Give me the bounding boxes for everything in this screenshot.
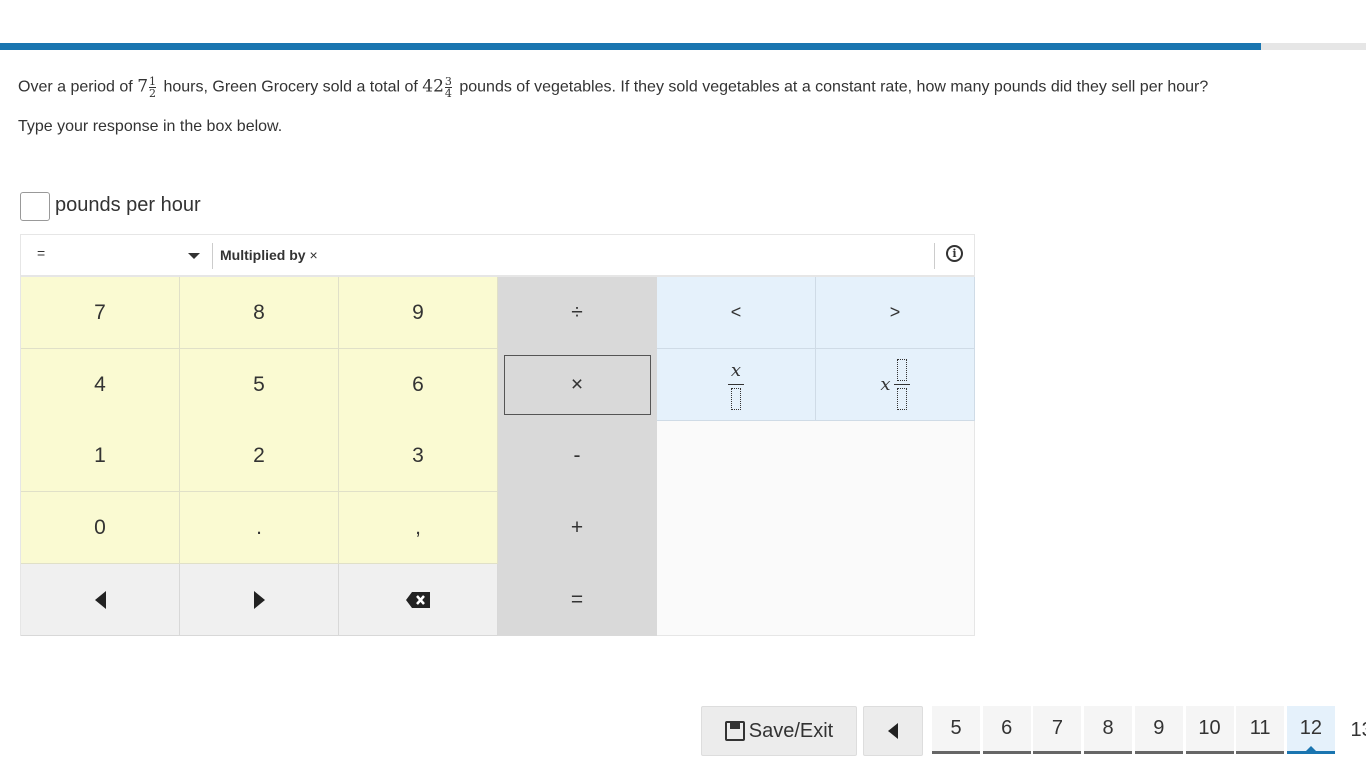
fraction: 12 [149, 76, 157, 100]
save-icon [724, 721, 745, 741]
page-button-5[interactable]: 5 [932, 706, 980, 754]
mixed-whole: 42 [422, 76, 444, 97]
denominator: 4 [444, 87, 452, 100]
answer-input[interactable] [20, 192, 50, 221]
question-text: Over a period of 712 hours, Green Grocer… [18, 76, 1208, 99]
divider [212, 243, 213, 269]
key-2[interactable]: 2 [180, 420, 339, 492]
key-7[interactable]: 7 [21, 277, 180, 349]
fraction: 34 [444, 76, 452, 100]
label-symbol: × [309, 247, 318, 263]
page-button-13[interactable]: 13 [1338, 706, 1366, 754]
progress-bar [0, 43, 1366, 50]
page-button-12[interactable]: 12 [1286, 706, 1335, 754]
save-exit-button[interactable]: Save/Exit [701, 706, 857, 756]
placeholder-box [896, 359, 907, 381]
page-button-9[interactable]: 9 [1134, 706, 1183, 754]
answer-unit: pounds per hour [55, 194, 201, 216]
progress-fill [0, 43, 1261, 50]
key-3[interactable]: 3 [339, 420, 498, 492]
arrow-right-icon [253, 590, 265, 609]
key-fraction[interactable]: x [657, 349, 816, 421]
placeholder-box [731, 387, 741, 410]
question-part: pounds of vegetables. If they sold veget… [459, 78, 1209, 96]
symbol-dropdown[interactable]: = [37, 245, 45, 261]
key-4[interactable]: 4 [21, 349, 180, 421]
key-comma[interactable]: , [339, 492, 498, 564]
key-plus[interactable]: + [498, 492, 657, 564]
key-backspace[interactable] [339, 564, 498, 636]
page-button-8[interactable]: 8 [1084, 706, 1133, 754]
question-part: Over a period of [18, 78, 133, 96]
save-label: Save/Exit [748, 719, 834, 742]
page-button-11[interactable]: 11 [1236, 706, 1285, 754]
denominator: 2 [149, 87, 157, 100]
key-cursor-right[interactable] [180, 564, 339, 636]
key-8[interactable]: 8 [180, 277, 339, 349]
previous-button[interactable] [863, 706, 923, 756]
key-0[interactable]: 0 [21, 492, 180, 564]
key-minus[interactable]: - [498, 420, 657, 492]
divider [934, 243, 935, 269]
key-cursor-left[interactable] [21, 564, 180, 636]
key-5[interactable]: 5 [180, 349, 339, 421]
page-button-7[interactable]: 7 [1033, 706, 1082, 754]
page-button-10[interactable]: 10 [1185, 706, 1234, 754]
key-greater-than[interactable]: > [816, 277, 975, 349]
arrow-left-icon [888, 723, 898, 739]
key-1[interactable]: 1 [21, 420, 180, 492]
key-divide[interactable]: ÷ [498, 277, 657, 349]
info-icon[interactable]: i [946, 245, 963, 262]
arrow-left-icon [94, 590, 106, 609]
label-text: Multiplied by [220, 247, 306, 263]
key-mixed-fraction[interactable]: x [816, 349, 975, 421]
mixed-var: x [880, 374, 891, 395]
key-equals[interactable]: = [498, 564, 657, 636]
key-9[interactable]: 9 [339, 277, 498, 349]
key-less-than[interactable]: < [657, 277, 816, 349]
placeholder-box [896, 388, 907, 410]
tooltip-label: Multiplied by × [220, 247, 318, 263]
backspace-icon [406, 591, 430, 608]
page-button-6[interactable]: 6 [982, 706, 1031, 754]
key-multiply[interactable]: × [498, 349, 657, 421]
math-toolbar: = Multiplied by × i [20, 234, 975, 276]
question-part: hours, Green Grocery sold a total of [163, 78, 418, 96]
instruction: Type your response in the box below. [18, 118, 283, 135]
chevron-down-icon[interactable] [188, 253, 200, 259]
keypad: < > x x 7 8 9 4 5 6 1 2 3 0., ÷ × - + = [20, 276, 975, 636]
key-decimal[interactable]: . [180, 492, 339, 564]
mixed-whole: 7 [137, 76, 149, 97]
key-6[interactable]: 6 [339, 349, 498, 421]
fraction-var: x [730, 359, 742, 381]
